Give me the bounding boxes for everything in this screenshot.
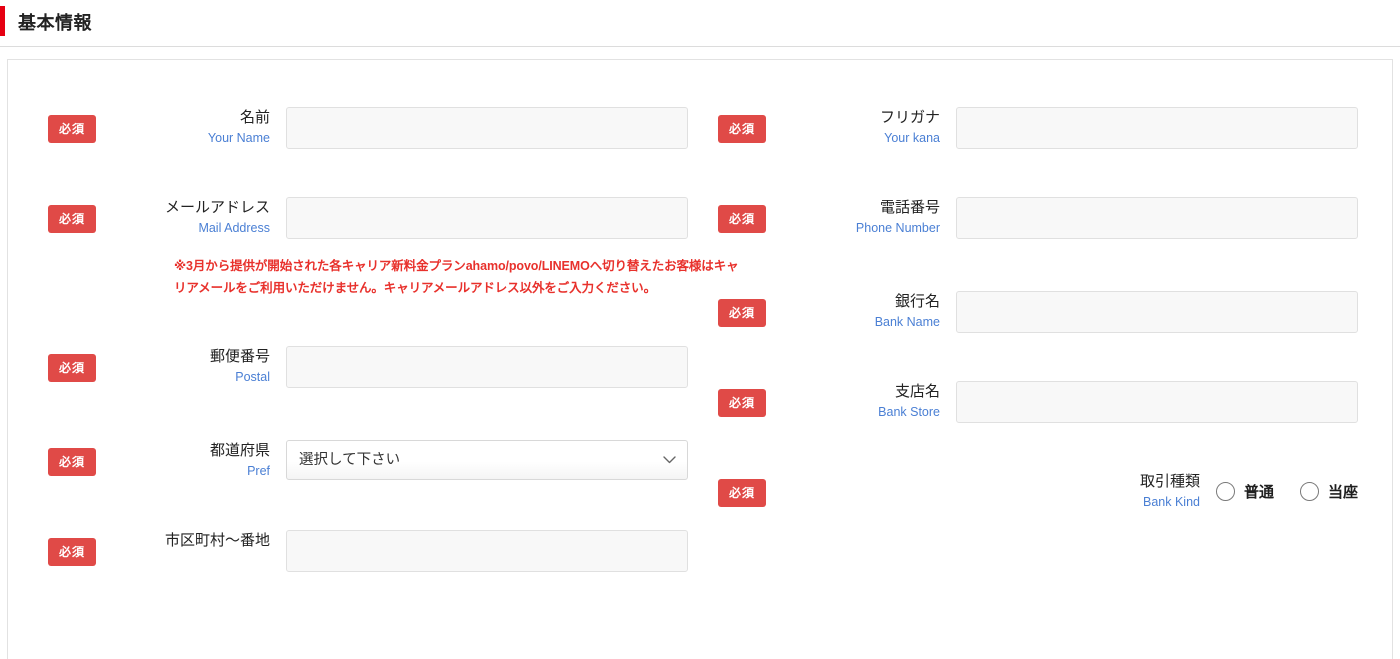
mail-address-note: ※3月から提供が開始された各キャリア新料金プランahamo/povo/LINEM…	[174, 259, 739, 295]
badge-cell: 必須	[718, 469, 790, 507]
required-badge: 必須	[718, 205, 767, 233]
form-row-bank-kind: 必須 取引種類 Bank Kind 普通 当座	[718, 469, 1358, 512]
badge-cell: 必須	[48, 438, 120, 476]
address-detail-input[interactable]	[286, 530, 688, 572]
badge-cell: 必須	[718, 195, 790, 233]
required-badge: 必須	[718, 115, 767, 143]
form-row-postal: 必須 郵便番号 Postal	[48, 344, 688, 388]
field-label-ja: 取引種類	[1139, 473, 1200, 490]
label-cell: 名前 Your Name	[120, 105, 286, 148]
radio-icon[interactable]	[1299, 482, 1319, 501]
form-columns: 必須 名前 Your Name 必須 メールアドレス Mail Address	[8, 60, 1392, 659]
required-badge: 必須	[48, 538, 97, 566]
field-label-ja: 支店名	[894, 383, 940, 400]
field-label-ja: フリガナ	[879, 109, 940, 126]
form-row-phone-number: 必須 電話番号 Phone Number	[718, 195, 1358, 239]
label-cell: メールアドレス Mail Address	[120, 195, 286, 238]
label-cell: 電話番号 Phone Number	[790, 195, 956, 238]
label-cell: 都道府県 Pref	[120, 438, 286, 481]
header-accent-bar	[0, 6, 5, 36]
field-label-en: Postal	[235, 369, 270, 384]
bank-kind-option-label: 当座	[1327, 484, 1358, 501]
field-label-en: Pref	[247, 463, 270, 478]
label-cell: 市区町村〜番地	[120, 528, 286, 552]
form-row-address-detail: 必須 市区町村〜番地	[48, 528, 688, 572]
field-label-en: Bank Store	[878, 404, 940, 419]
badge-cell: 必須	[718, 289, 790, 327]
pref-select-wrap: 選択して下さい	[286, 440, 688, 480]
required-badge: 必須	[48, 448, 97, 476]
your-kana-input[interactable]	[956, 107, 1358, 149]
required-badge: 必須	[718, 479, 767, 507]
field-label-en: Phone Number	[855, 220, 940, 235]
field-cell	[286, 105, 688, 149]
page-header: 基本情報	[0, 0, 1400, 47]
bank-kind-option-label: 普通	[1243, 484, 1274, 501]
field-label-ja: メールアドレス	[164, 199, 270, 216]
field-label-en: Your Name	[207, 130, 270, 145]
field-label-ja: 名前	[239, 109, 270, 126]
field-cell	[286, 528, 688, 572]
badge-cell: 必須	[48, 105, 120, 143]
field-cell	[286, 195, 688, 239]
radio-icon[interactable]	[1215, 482, 1235, 501]
badge-cell: 必須	[718, 379, 790, 417]
label-cell: 支店名 Bank Store	[790, 379, 956, 422]
field-label-en: Bank Kind	[1142, 494, 1200, 509]
form-row-your-kana: 必須 フリガナ Your kana	[718, 105, 1358, 149]
field-label-ja: 郵便番号	[209, 348, 270, 365]
required-badge: 必須	[718, 389, 767, 417]
field-cell: 選択して下さい	[286, 438, 688, 480]
field-label-ja: 市区町村〜番地	[164, 532, 270, 549]
bank-store-input[interactable]	[956, 381, 1358, 423]
form-column-left: 必須 名前 Your Name 必須 メールアドレス Mail Address	[48, 60, 739, 659]
form-row-mail-address: 必須 メールアドレス Mail Address	[48, 195, 688, 239]
form-column-right: 必須 フリガナ Your kana 必須 電話番号 Phone Number 必…	[718, 60, 1358, 659]
label-cell: 銀行名 Bank Name	[790, 289, 956, 332]
field-cell	[956, 289, 1358, 333]
badge-cell: 必須	[48, 344, 120, 382]
bank-kind-option-futsu[interactable]: 普通	[1215, 481, 1274, 502]
phone-number-input[interactable]	[956, 197, 1358, 239]
label-cell: 取引種類 Bank Kind	[790, 469, 1216, 512]
label-cell: フリガナ Your kana	[790, 105, 956, 148]
bank-kind-option-toza[interactable]: 当座	[1299, 481, 1358, 502]
field-label-ja: 銀行名	[894, 293, 940, 310]
bank-kind-radio-group: 普通 当座	[1215, 471, 1358, 502]
field-label-en: Bank Name	[874, 314, 940, 329]
required-badge: 必須	[48, 354, 97, 382]
postal-input[interactable]	[286, 346, 688, 388]
field-cell: 普通 当座	[1215, 469, 1358, 502]
form-row-bank-name: 必須 銀行名 Bank Name	[718, 289, 1358, 333]
badge-cell: 必須	[48, 528, 120, 566]
required-badge: 必須	[48, 205, 97, 233]
your-name-input[interactable]	[286, 107, 688, 149]
field-cell	[956, 195, 1358, 239]
field-label-en: Mail Address	[198, 220, 270, 235]
form-row-pref: 必須 都道府県 Pref 選択して下さい	[48, 438, 688, 481]
page-title: 基本情報	[18, 13, 92, 33]
field-cell	[956, 105, 1358, 149]
mail-address-input[interactable]	[286, 197, 688, 239]
pref-select[interactable]: 選択して下さい	[286, 440, 688, 480]
form-row-bank-store: 必須 支店名 Bank Store	[718, 379, 1358, 423]
bank-name-input[interactable]	[956, 291, 1358, 333]
field-cell	[286, 344, 688, 388]
required-badge: 必須	[718, 299, 767, 327]
label-cell: 郵便番号 Postal	[120, 344, 286, 387]
badge-cell: 必須	[48, 195, 120, 233]
field-label-en: Your kana	[884, 130, 940, 145]
badge-cell: 必須	[718, 105, 790, 143]
field-cell	[956, 379, 1358, 423]
required-badge: 必須	[48, 115, 97, 143]
field-label-ja: 電話番号	[879, 199, 940, 216]
form-container: 必須 名前 Your Name 必須 メールアドレス Mail Address	[7, 59, 1393, 659]
form-row-your-name: 必須 名前 Your Name	[48, 105, 688, 149]
field-label-ja: 都道府県	[209, 442, 270, 459]
